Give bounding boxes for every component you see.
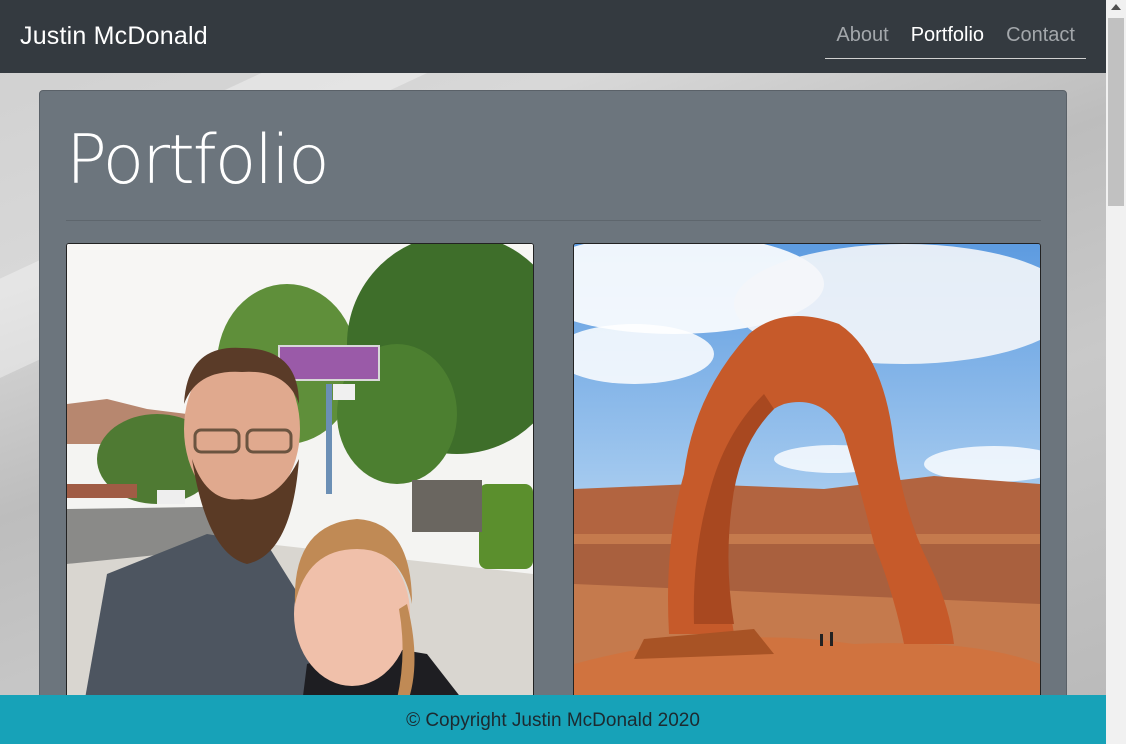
copyright-text: © Copyright Justin McDonald 2020 [406, 710, 700, 731]
selfie-couple-photo[interactable] [66, 243, 534, 744]
portfolio-card: Portfolio [39, 90, 1067, 744]
page-title: Portfolio [66, 121, 330, 200]
selfie-couple-image [67, 244, 533, 744]
nav-about-link[interactable]: About [825, 24, 899, 47]
delicate-arch-photo[interactable] [573, 243, 1041, 744]
footer: © Copyright Justin McDonald 2020 [0, 695, 1106, 744]
nav-contact-link[interactable]: Contact [995, 24, 1086, 47]
scroll-up-arrow-icon[interactable] [1111, 4, 1121, 10]
nav-links: About Portfolio Contact [825, 24, 1086, 59]
vertical-scrollbar[interactable] [1106, 0, 1126, 744]
scroll-thumb[interactable] [1108, 18, 1124, 206]
nav-portfolio-link[interactable]: Portfolio [900, 24, 995, 47]
divider [66, 220, 1041, 221]
brand-link[interactable]: Justin McDonald [20, 22, 208, 51]
delicate-arch-image [574, 244, 1040, 744]
navbar: Justin McDonald About Portfolio Contact [0, 0, 1106, 73]
